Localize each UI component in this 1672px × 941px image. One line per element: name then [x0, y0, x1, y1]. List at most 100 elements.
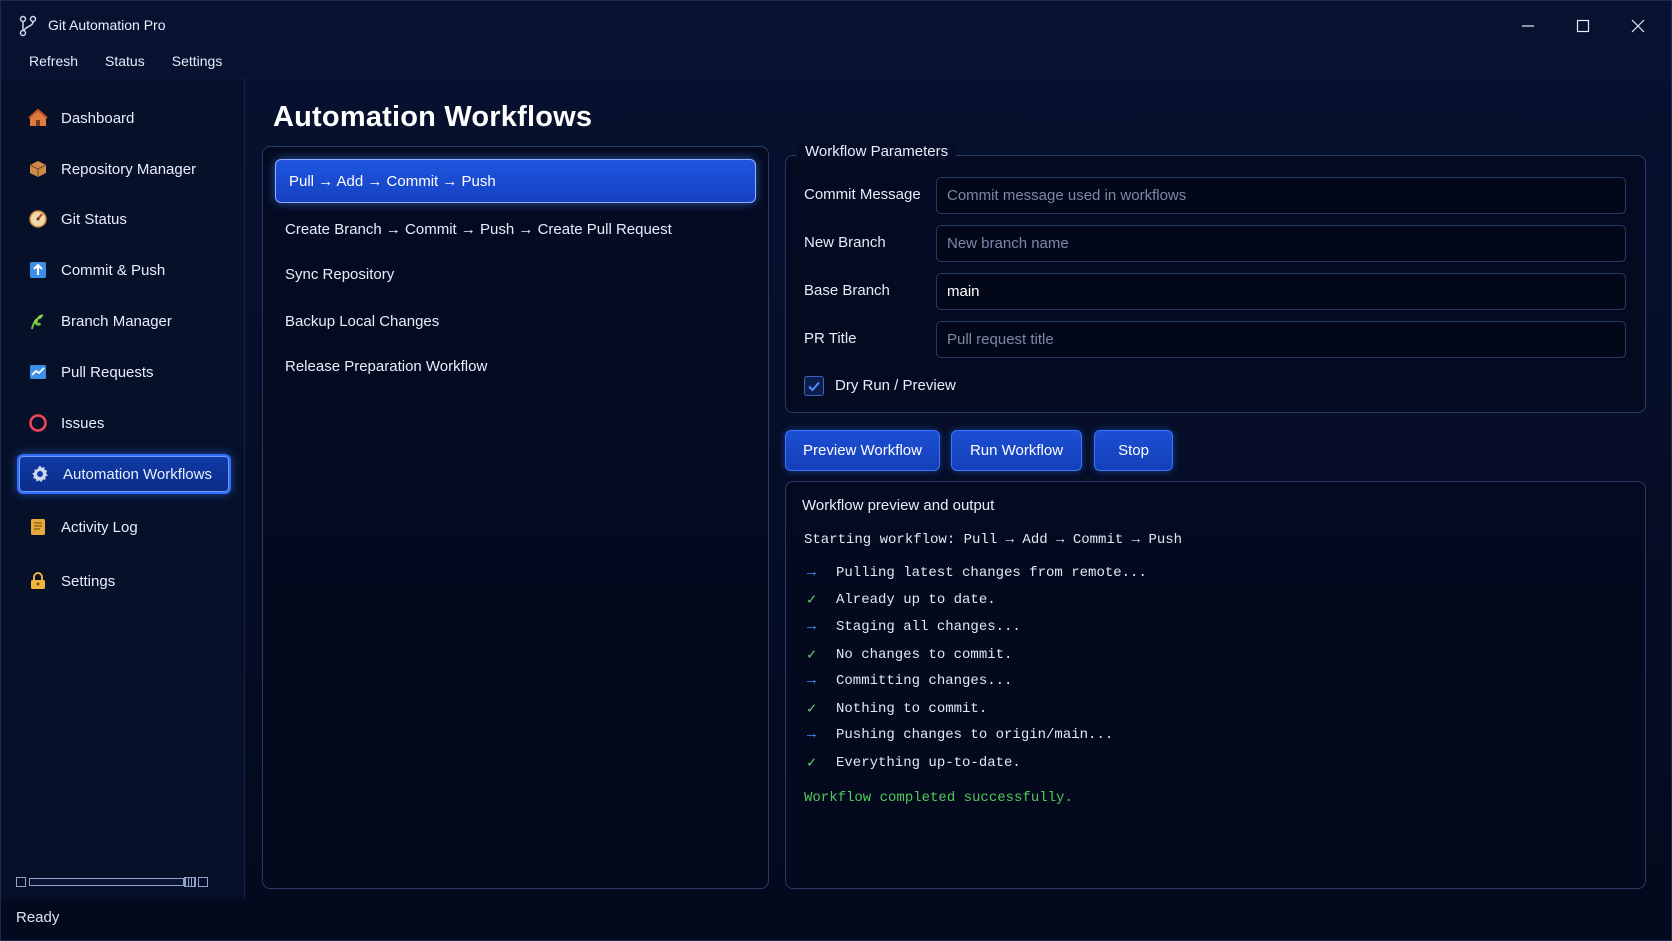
- output-step: → Committing changes...: [807, 672, 1012, 689]
- commit-message-label: Commit Message: [804, 186, 921, 203]
- sidebar-item-label: Repository Manager: [61, 160, 197, 178]
- dry-run-checkbox[interactable]: [804, 376, 824, 396]
- output-step-text: Nothing to commit.: [836, 700, 988, 717]
- pr-title-input[interactable]: [936, 321, 1626, 358]
- output-step-text: Staging all changes...: [836, 618, 1021, 635]
- window-title: Git Automation Pro: [48, 17, 166, 33]
- sidebar: Dashboard Repository Manager Git Status …: [1, 79, 245, 899]
- sidebar-item-dashboard[interactable]: Dashboard: [17, 98, 231, 138]
- sidebar-item-git-status[interactable]: Git Status: [17, 199, 231, 239]
- sidebar-item-commit-push[interactable]: Commit & Push: [17, 250, 231, 290]
- output-start-line: Starting workflow: Pull → Add → Commit →…: [804, 532, 1183, 548]
- chart-icon: [27, 361, 49, 383]
- gauge-icon: [27, 208, 49, 230]
- app-window: Git Automation Pro Refresh Status Settin…: [0, 0, 1672, 941]
- output-title: Workflow preview and output: [802, 497, 995, 514]
- stop-button[interactable]: Stop: [1094, 430, 1173, 471]
- pr-title-label: PR Title: [804, 330, 857, 347]
- scroll-left-arrow-icon[interactable]: [16, 877, 26, 887]
- workflow-item-create-branch-pr[interactable]: Create Branch → Commit → Push → Create P…: [275, 207, 756, 251]
- workflow-item-release-preparation[interactable]: Release Preparation Workflow: [275, 344, 756, 388]
- package-icon: [27, 158, 49, 180]
- menu-settings[interactable]: Settings: [157, 51, 235, 73]
- sidebar-item-label: Git Status: [61, 210, 127, 228]
- output-step-text: Already up to date.: [836, 591, 996, 608]
- sidebar-item-repository-manager[interactable]: Repository Manager: [17, 149, 231, 189]
- sidebar-item-branch-manager[interactable]: Branch Manager: [17, 301, 231, 341]
- close-button[interactable]: [1618, 11, 1658, 41]
- minimize-icon: [1522, 25, 1534, 27]
- scroll-icon: [27, 516, 49, 538]
- scroll-right-arrow-icon[interactable]: [198, 877, 208, 887]
- sidebar-item-label: Automation Workflows: [63, 465, 212, 483]
- run-workflow-button[interactable]: Run Workflow: [951, 430, 1082, 471]
- arrow-right-icon: →: [807, 618, 817, 635]
- arrow-right-icon: →: [807, 564, 817, 581]
- new-branch-label: New Branch: [804, 234, 886, 251]
- output-step-text: Everything up-to-date.: [836, 754, 1021, 771]
- check-icon: ✓: [807, 755, 817, 772]
- output-step-text: Pushing changes to origin/main...: [836, 726, 1114, 743]
- sidebar-item-label: Commit & Push: [61, 261, 166, 279]
- sidebar-item-label: Branch Manager: [61, 312, 172, 330]
- close-icon: [1631, 19, 1645, 33]
- output-step: ✓ Everything up-to-date.: [807, 753, 1021, 773]
- output-step-text: Committing changes...: [836, 672, 1013, 689]
- lock-icon: [27, 570, 49, 592]
- check-icon: ✓: [807, 701, 817, 718]
- gear-icon: [29, 463, 51, 485]
- menu-divider: [1, 78, 1671, 79]
- scrollbar-track[interactable]: [29, 878, 184, 886]
- new-branch-input[interactable]: [936, 225, 1626, 262]
- output-step: → Staging all changes...: [807, 618, 1021, 635]
- workflow-item-pull-add-commit-push[interactable]: Pull → Add → Commit → Push: [275, 159, 756, 203]
- scrollbar-thumb[interactable]: [184, 877, 196, 887]
- title-bar: Git Automation Pro: [1, 1, 1671, 49]
- upload-arrow-icon: [27, 259, 49, 281]
- status-text: Ready: [16, 909, 60, 926]
- menu-bar: Refresh Status Settings: [17, 51, 234, 73]
- sidebar-item-label: Activity Log: [61, 518, 138, 536]
- house-icon: [27, 107, 49, 129]
- sidebar-item-issues[interactable]: Issues: [17, 403, 231, 443]
- base-branch-label: Base Branch: [804, 282, 890, 299]
- check-icon: ✓: [807, 592, 817, 609]
- page-title: Automation Workflows: [273, 101, 593, 133]
- workflow-item-backup-local-changes[interactable]: Backup Local Changes: [275, 299, 756, 343]
- output-success-message: Workflow completed successfully.: [804, 790, 1073, 806]
- sidebar-item-label: Dashboard: [61, 109, 135, 127]
- arrow-right-icon: →: [807, 672, 817, 689]
- maximize-icon: [1576, 19, 1590, 33]
- sidebar-horizontal-scrollbar[interactable]: [16, 877, 209, 889]
- output-step: ✓ No changes to commit.: [807, 645, 1013, 665]
- sidebar-item-automation-workflows[interactable]: Automation Workflows: [17, 454, 231, 494]
- checkmark-icon: [808, 381, 820, 392]
- branch-leaf-icon: [27, 310, 49, 332]
- commit-message-input[interactable]: [936, 177, 1626, 214]
- menu-status[interactable]: Status: [90, 51, 157, 73]
- sidebar-item-label: Settings: [61, 572, 116, 590]
- check-icon: ✓: [807, 647, 817, 664]
- arrow-right-icon: →: [807, 726, 817, 743]
- output-step: ✓ Already up to date.: [807, 590, 996, 610]
- output-step-text: Pulling latest changes from remote...: [836, 564, 1147, 581]
- workflow-parameters-legend: Workflow Parameters: [797, 143, 957, 160]
- sidebar-item-settings[interactable]: Settings: [17, 561, 231, 601]
- output-step: ✓ Nothing to commit.: [807, 699, 988, 719]
- circle-icon: [27, 412, 49, 434]
- dry-run-label[interactable]: Dry Run / Preview: [835, 377, 956, 394]
- workflow-list: Pull → Add → Commit → Push Create Branch…: [262, 146, 769, 889]
- maximize-button[interactable]: [1563, 11, 1603, 41]
- workflow-item-sync-repository[interactable]: Sync Repository: [275, 252, 756, 296]
- output-step: → Pulling latest changes from remote...: [807, 564, 1147, 581]
- menu-refresh[interactable]: Refresh: [17, 51, 90, 73]
- git-app-icon: [19, 15, 37, 37]
- preview-workflow-button[interactable]: Preview Workflow: [785, 430, 940, 471]
- sidebar-item-label: Issues: [61, 414, 105, 432]
- base-branch-input[interactable]: [936, 273, 1626, 310]
- minimize-button[interactable]: [1508, 11, 1548, 41]
- sidebar-item-pull-requests[interactable]: Pull Requests: [17, 352, 231, 392]
- output-step: → Pushing changes to origin/main...: [807, 726, 1113, 743]
- output-step-text: No changes to commit.: [836, 646, 1013, 663]
- sidebar-item-activity-log[interactable]: Activity Log: [17, 507, 231, 547]
